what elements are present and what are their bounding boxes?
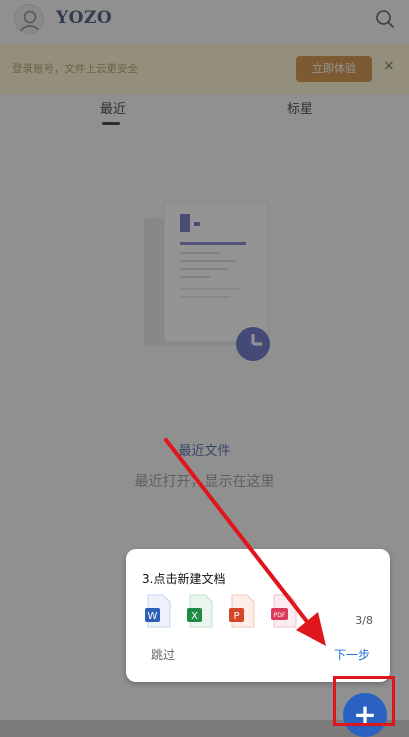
next-step-button[interactable]: 下一步 — [334, 646, 370, 663]
empty-documents-illustration — [144, 201, 270, 361]
brand-logo: YOZO — [56, 8, 113, 28]
file-type-icons: W X P PDF — [144, 594, 298, 628]
svg-text:PDF: PDF — [274, 612, 286, 619]
tab-starred[interactable]: 标星 — [287, 98, 313, 117]
login-banner: 登录账号，文件上云更安全 立即体验 × — [0, 44, 409, 94]
highlight-frame — [333, 676, 395, 726]
skip-button[interactable]: 跳过 — [151, 646, 175, 663]
top-bar: YOZO — [0, 0, 409, 40]
ppt-icon: P — [229, 594, 255, 628]
svg-text:X: X — [191, 611, 198, 622]
tab-recent[interactable]: 最近 — [100, 98, 126, 117]
svg-text:W: W — [148, 611, 158, 622]
tab-active-indicator — [102, 122, 120, 125]
excel-icon: X — [187, 594, 213, 628]
step-counter: 3/8 — [355, 614, 373, 627]
empty-state-subtitle: 最近打开，显示在这里 — [134, 474, 275, 490]
word-icon: W — [145, 594, 171, 628]
svg-text:P: P — [233, 611, 239, 622]
search-icon[interactable] — [375, 9, 395, 29]
pdf-icon: PDF — [271, 594, 297, 628]
empty-state-title: 最近文件 — [178, 444, 231, 459]
onboarding-tooltip-card: 3.点击新建文档 W X P PDF 3/8 跳过 下一步 — [126, 549, 390, 682]
close-icon[interactable]: × — [383, 58, 395, 74]
try-now-button[interactable]: 立即体验 — [296, 56, 372, 82]
banner-text: 登录账号，文件上云更安全 — [12, 63, 138, 75]
avatar[interactable] — [14, 4, 44, 34]
user-icon — [19, 10, 41, 32]
tooltip-title: 3.点击新建文档 — [142, 572, 226, 586]
